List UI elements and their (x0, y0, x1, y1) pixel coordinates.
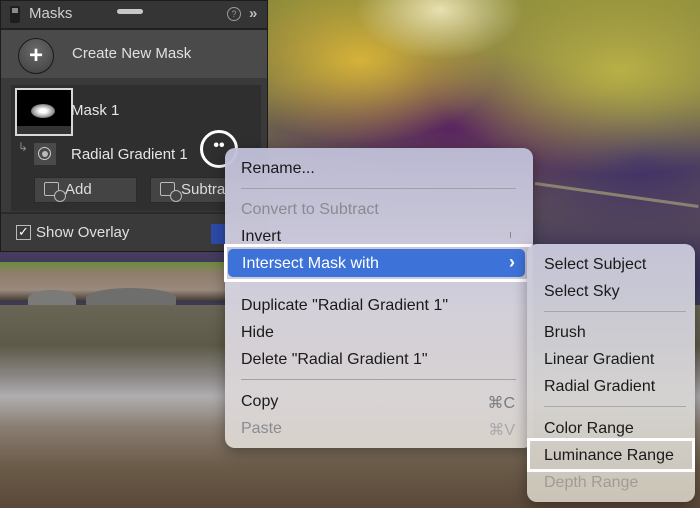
radial-gradient-icon[interactable] (34, 143, 56, 165)
submenu-separator (544, 311, 686, 312)
menu-separator (241, 379, 516, 380)
submenu-item-select-sky[interactable]: Select Sky (544, 283, 620, 301)
menu-item-hide[interactable]: Hide (241, 324, 274, 342)
show-overlay-label[interactable]: Show Overlay (36, 224, 129, 241)
submenu-item-color-range[interactable]: Color Range (544, 420, 634, 438)
paste-shortcut: ⌘V (488, 422, 515, 439)
menu-item-rename[interactable]: Rename... (241, 160, 315, 178)
menu-item-convert-to-subtract: Convert to Subtract (241, 201, 379, 218)
add-mask-icon (44, 182, 66, 202)
luminance-range-callout-frame (527, 438, 695, 472)
menu-item-delete[interactable]: Delete "Radial Gradient 1" (241, 351, 428, 369)
add-label: Add (65, 181, 92, 198)
drag-handle[interactable] (117, 9, 143, 14)
add-button[interactable]: Add (34, 177, 137, 203)
submenu-item-depth-range: Depth Range (544, 474, 639, 491)
subtract-mask-icon (160, 182, 182, 202)
child-arrow-icon: ↳ (18, 140, 29, 154)
submenu-item-radial-gradient[interactable]: Radial Gradient (544, 378, 655, 396)
submenu-item-brush[interactable]: Brush (544, 324, 586, 342)
copy-shortcut: ⌘C (487, 395, 515, 412)
panel-header[interactable]: Masks ? » (1, 1, 267, 30)
menu-item-duplicate[interactable]: Duplicate "Radial Gradient 1" (241, 297, 448, 315)
subtract-label: Subtra (181, 181, 226, 198)
highlight-callout-frame (224, 244, 532, 282)
create-new-mask-row[interactable]: + Create New Mask (1, 30, 267, 78)
thumbnail-bar (17, 126, 71, 134)
bridge-rail (534, 182, 699, 208)
mask-preview-blob (31, 104, 55, 118)
create-new-mask-label[interactable]: Create New Mask (72, 45, 191, 62)
help-icon[interactable]: ? (227, 7, 241, 21)
component-name[interactable]: Radial Gradient 1 (71, 146, 188, 163)
menu-item-copy[interactable]: Copy (241, 393, 278, 411)
submenu-item-linear-gradient[interactable]: Linear Gradient (544, 351, 654, 369)
wooden-bridge (534, 160, 700, 240)
panel-toggle-icon[interactable] (10, 6, 20, 23)
show-overlay-checkbox[interactable]: ✓ (16, 225, 31, 240)
collapse-icon[interactable]: » (249, 5, 258, 22)
menu-separator (241, 188, 516, 189)
mask-name[interactable]: Mask 1 (71, 102, 119, 119)
submenu-separator (544, 406, 686, 407)
panel-title: Masks (29, 5, 73, 22)
menu-tick-mark (510, 232, 511, 238)
submenu-item-select-subject[interactable]: Select Subject (544, 256, 646, 274)
mask-thumbnail[interactable] (15, 88, 73, 136)
radial-dot (42, 151, 48, 157)
context-menu: Rename... Convert to Subtract Invert Dup… (225, 148, 533, 448)
menu-item-paste: Paste (241, 420, 282, 437)
plus-icon[interactable]: + (18, 38, 54, 74)
